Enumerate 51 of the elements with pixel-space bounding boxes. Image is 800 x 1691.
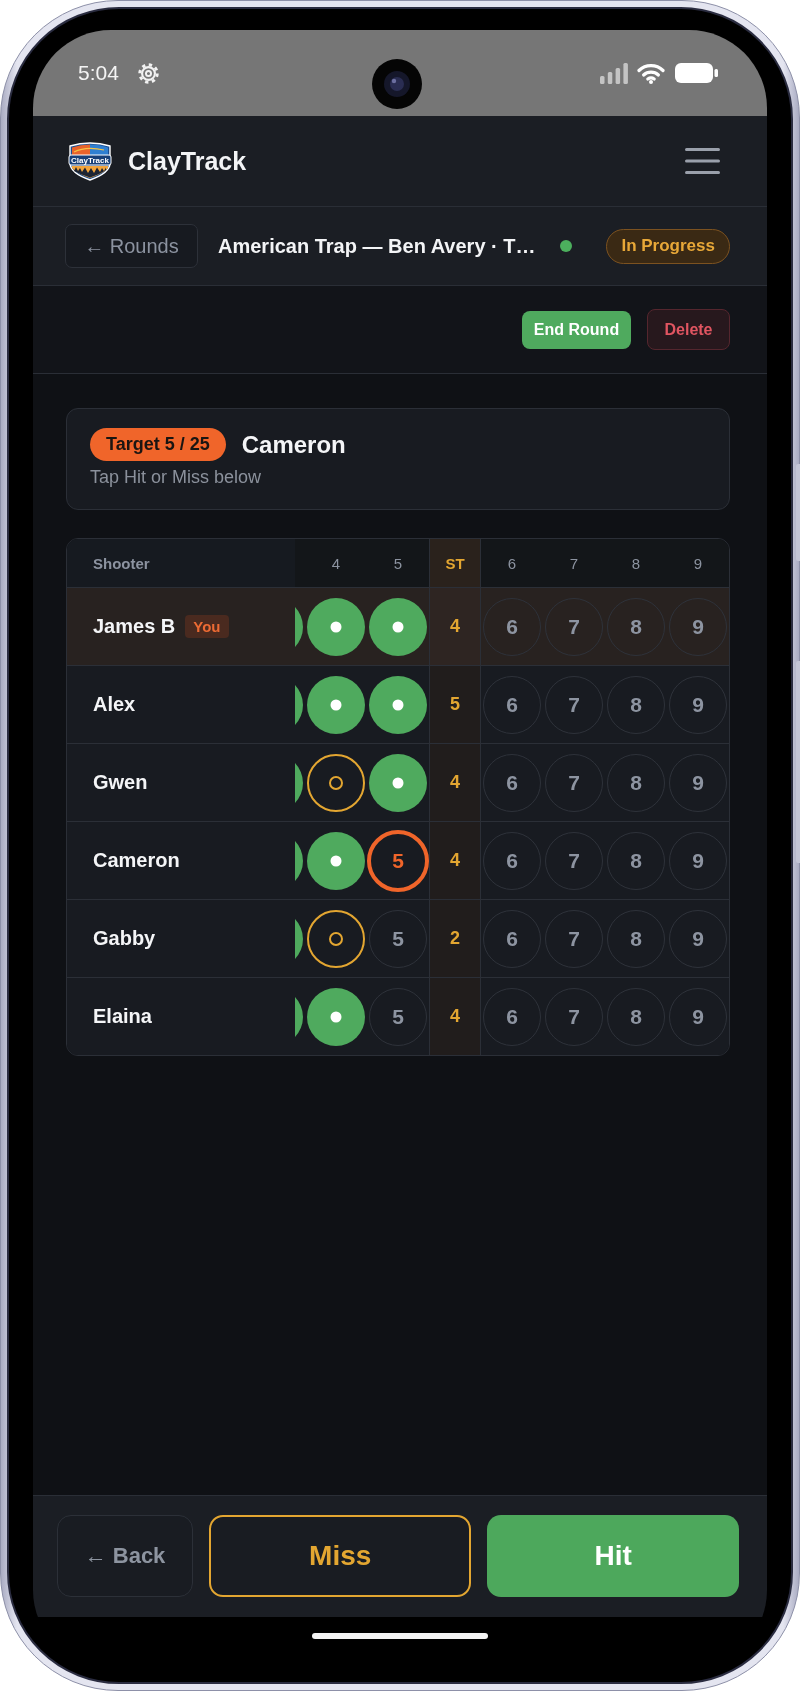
instruction-text: Tap Hit or Miss below	[90, 467, 262, 488]
front-camera-icon	[372, 59, 422, 109]
column-header: ST	[429, 539, 481, 587]
column-header: 9	[693, 554, 703, 572]
target-badge: Target 5 / 25	[90, 428, 226, 461]
hit-marker-icon	[369, 597, 427, 656]
subtotal-cell: 5	[429, 666, 481, 743]
miss-button[interactable]: Miss	[209, 1515, 472, 1597]
subtotal-cell: 2	[429, 900, 481, 977]
hit-button[interactable]: Hit	[487, 1515, 739, 1597]
battery-icon	[675, 63, 718, 83]
status-time: 5:04	[78, 61, 119, 85]
hit-marker-icon	[307, 597, 365, 656]
column-header: Shooter	[93, 554, 150, 572]
signal-icon	[600, 62, 628, 84]
menu-button[interactable]	[685, 148, 720, 174]
end-round-button[interactable]: End Round	[522, 310, 631, 349]
hit-marker-icon	[307, 831, 365, 890]
shooter-name: James B	[93, 615, 176, 638]
you-badge: You	[185, 615, 229, 638]
hit-marker-icon	[369, 753, 427, 812]
app-logo: ClayTrack	[66, 141, 114, 181]
menu-icon	[685, 148, 720, 174]
hit-marker-icon	[307, 675, 365, 734]
shooter-name: Gabby	[93, 927, 156, 950]
miss-marker-icon	[307, 909, 365, 968]
miss-marker-icon	[307, 753, 365, 812]
shooter-name: Alex	[93, 693, 136, 716]
status-badge: In Progress	[606, 228, 730, 264]
shooter-name: Elaina	[93, 1005, 152, 1028]
shooter-name: Gwen	[93, 771, 148, 794]
subtotal-cell: 4	[429, 978, 481, 1055]
round-title: American Trap — Ben Avery · T…	[218, 234, 536, 258]
current-shooter-name: Cameron	[241, 430, 346, 459]
app-name: ClayTrack	[128, 146, 247, 176]
column-header: 7	[569, 554, 579, 572]
subtotal-cell: 4	[429, 588, 481, 665]
column-header: 6	[507, 554, 517, 572]
column-header: 8	[631, 554, 641, 572]
subtotal-cell: 4	[429, 822, 481, 899]
subtotal-cell: 4	[429, 744, 481, 821]
hit-marker-icon	[307, 987, 365, 1046]
hit-marker-icon	[369, 675, 427, 734]
rounds-back-button[interactable]: ← Rounds	[65, 224, 198, 268]
back-button[interactable]: ← Back	[57, 1515, 193, 1597]
settings-icon	[137, 62, 159, 84]
wifi-icon	[637, 62, 665, 84]
column-header: 4	[331, 554, 341, 572]
delete-button[interactable]: Delete	[647, 309, 730, 350]
shooter-name: Cameron	[93, 849, 180, 872]
column-header: 5	[393, 554, 403, 572]
